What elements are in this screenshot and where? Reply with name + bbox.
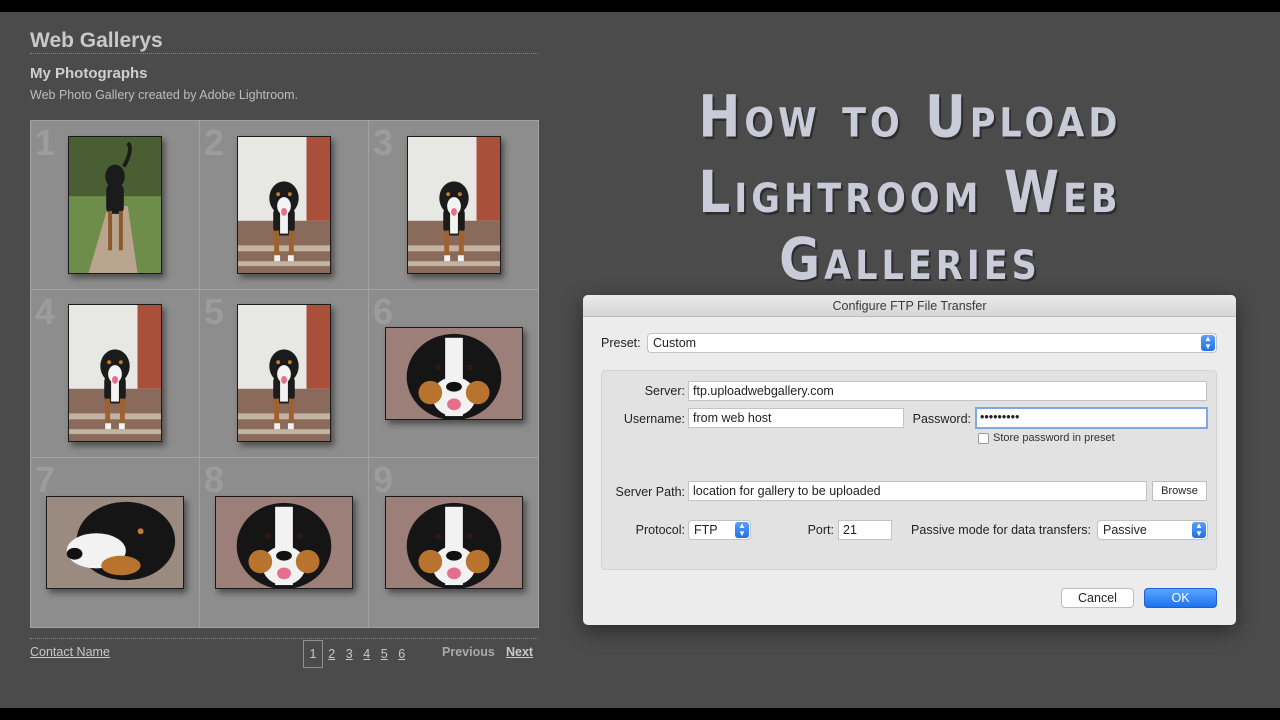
passive-mode-value: Passive	[1103, 523, 1147, 537]
preset-select[interactable]: Custom ▲ ▼	[647, 333, 1217, 353]
photo-thumbnail[interactable]	[384, 326, 523, 420]
page-link[interactable]: 3	[341, 641, 359, 667]
page-link[interactable]: 1	[303, 640, 323, 668]
title-divider	[30, 53, 538, 54]
footer-divider	[30, 638, 538, 639]
store-password-label: Store password in preset	[993, 432, 1115, 444]
gallery-cell[interactable]: 4	[31, 289, 200, 459]
password-field[interactable]: •••••••••	[975, 407, 1208, 429]
photo-thumbnail[interactable]	[215, 496, 353, 590]
cell-number: 1	[35, 122, 56, 163]
thumbnail-grid: 1 2 3 4 5 6 7 8 9	[30, 120, 539, 628]
page-link[interactable]: 6	[393, 641, 411, 667]
protocol-select[interactable]: FTP ▲ ▼	[688, 520, 751, 540]
next-link[interactable]: Next	[506, 645, 533, 659]
server-label: Server:	[644, 384, 685, 398]
port-label: Port:	[807, 523, 834, 537]
passive-mode-label: Passive mode for data transfers:	[911, 523, 1091, 537]
stepper-icon: ▲ ▼	[1201, 335, 1215, 351]
username-label: Username:	[623, 412, 685, 426]
store-password-checkbox[interactable]	[978, 433, 989, 444]
ftp-dialog: Configure FTP File Transfer Preset: Cust…	[583, 295, 1236, 625]
protocol-label: Protocol:	[635, 523, 685, 537]
gallery-title: Web Gallerys	[30, 29, 163, 52]
protocol-value: FTP	[694, 523, 718, 537]
gallery-cell[interactable]: 3	[369, 121, 538, 290]
headline-line-1: How to Upload	[698, 83, 1122, 151]
cell-number: 3	[373, 122, 394, 163]
preset-label: Preset:	[601, 336, 641, 350]
headline-line-2: Lightroom Web Galleries	[698, 159, 1122, 293]
gallery-cell[interactable]: 6	[369, 290, 538, 459]
gallery-cell[interactable]: 1	[31, 121, 200, 290]
pagination: 123456	[303, 640, 411, 668]
stepper-icon: ▲ ▼	[735, 522, 749, 538]
photo-thumbnail[interactable]	[68, 304, 162, 443]
photo-thumbnail[interactable]	[384, 496, 523, 590]
server-path-label: Server Path:	[615, 485, 685, 499]
server-path-field[interactable]: location for gallery to be uploaded	[688, 481, 1147, 501]
passive-mode-select[interactable]: Passive ▲ ▼	[1097, 520, 1208, 540]
gallery-cell[interactable]: 9	[369, 458, 538, 627]
cell-number: 9	[373, 459, 394, 501]
photo-thumbnail[interactable]	[68, 135, 162, 274]
cancel-button[interactable]: Cancel	[1061, 588, 1134, 608]
contact-link[interactable]: Contact Name	[30, 645, 110, 659]
preset-value: Custom	[653, 336, 697, 350]
port-field[interactable]: 21	[838, 520, 892, 540]
server-field[interactable]: ftp.uploadwebgallery.com	[688, 381, 1207, 401]
photo-thumbnail[interactable]	[237, 135, 331, 274]
photo-thumbnail[interactable]	[406, 135, 501, 274]
ok-button[interactable]: OK	[1144, 588, 1217, 608]
password-label: Password:	[912, 412, 971, 426]
cell-number: 6	[373, 290, 394, 332]
cell-number: 5	[204, 290, 225, 332]
cell-number: 7	[35, 459, 56, 501]
cell-number: 8	[204, 459, 225, 501]
browse-button[interactable]: Browse	[1152, 481, 1207, 501]
gallery-cell[interactable]: 7	[31, 458, 200, 627]
dialog-title: Configure FTP File Transfer	[583, 295, 1236, 317]
username-field[interactable]: from web host	[688, 408, 904, 428]
cell-number: 4	[35, 290, 56, 332]
page-link[interactable]: 2	[323, 641, 341, 667]
gallery-cell[interactable]: 8	[200, 458, 369, 627]
previous-link[interactable]: Previous	[442, 645, 495, 659]
gallery-cell[interactable]: 5	[200, 289, 369, 459]
gallery-subtitle: My Photographs	[30, 65, 148, 82]
gallery-description: Web Photo Gallery created by Adobe Light…	[30, 88, 298, 102]
photo-thumbnail[interactable]	[237, 304, 331, 443]
gallery-cell[interactable]: 2	[200, 121, 369, 290]
page-link[interactable]: 4	[358, 641, 376, 667]
photo-thumbnail[interactable]	[46, 496, 184, 590]
video-frame: Web Gallerys My Photographs Web Photo Ga…	[0, 12, 1280, 708]
stepper-icon: ▲ ▼	[1192, 522, 1206, 538]
cell-number: 2	[204, 122, 225, 163]
page-link[interactable]: 5	[376, 641, 394, 667]
